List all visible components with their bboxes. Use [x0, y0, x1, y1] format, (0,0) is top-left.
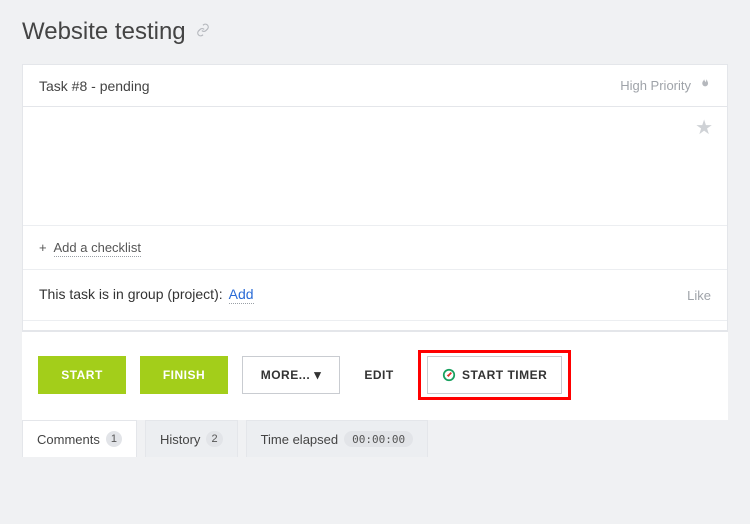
page-title: Website testing — [22, 18, 186, 46]
add-group-link[interactable]: Add — [229, 286, 254, 304]
start-timer-highlight: START TIMER — [418, 350, 571, 400]
tab-time-elapsed-label: Time elapsed — [261, 432, 339, 447]
add-checklist-link[interactable]: Add a checklist — [54, 240, 141, 257]
link-icon[interactable] — [196, 23, 210, 42]
start-timer-label: START TIMER — [462, 368, 547, 382]
tab-comments-count: 1 — [106, 431, 122, 447]
task-title: Task #8 - pending — [39, 78, 150, 94]
tab-history-label: History — [160, 432, 200, 447]
tab-comments[interactable]: Comments 1 — [22, 420, 137, 457]
tab-time-elapsed[interactable]: Time elapsed 00:00:00 — [246, 420, 429, 457]
more-label: MORE... — [261, 368, 311, 382]
priority-label: High Priority — [620, 78, 691, 93]
finish-button[interactable]: FINISH — [140, 356, 228, 394]
chevron-down-icon: ▾ — [314, 367, 321, 383]
fire-icon — [697, 77, 711, 94]
timer-icon — [442, 368, 456, 382]
plus-icon: + — [39, 240, 47, 255]
task-description — [23, 140, 727, 225]
tab-history[interactable]: History 2 — [145, 420, 238, 457]
start-button[interactable]: START — [38, 356, 126, 394]
priority-badge: High Priority — [620, 77, 711, 94]
like-button[interactable]: Like — [687, 288, 711, 303]
tab-history-count: 2 — [206, 431, 222, 447]
tab-time-elapsed-value: 00:00:00 — [344, 431, 413, 447]
edit-button[interactable]: EDIT — [354, 356, 404, 394]
group-label: This task is in group (project): — [39, 286, 223, 302]
star-icon[interactable]: ★ — [695, 117, 713, 139]
more-button[interactable]: MORE... ▾ — [242, 356, 340, 394]
tab-comments-label: Comments — [37, 432, 100, 447]
start-timer-button[interactable]: START TIMER — [427, 356, 562, 394]
